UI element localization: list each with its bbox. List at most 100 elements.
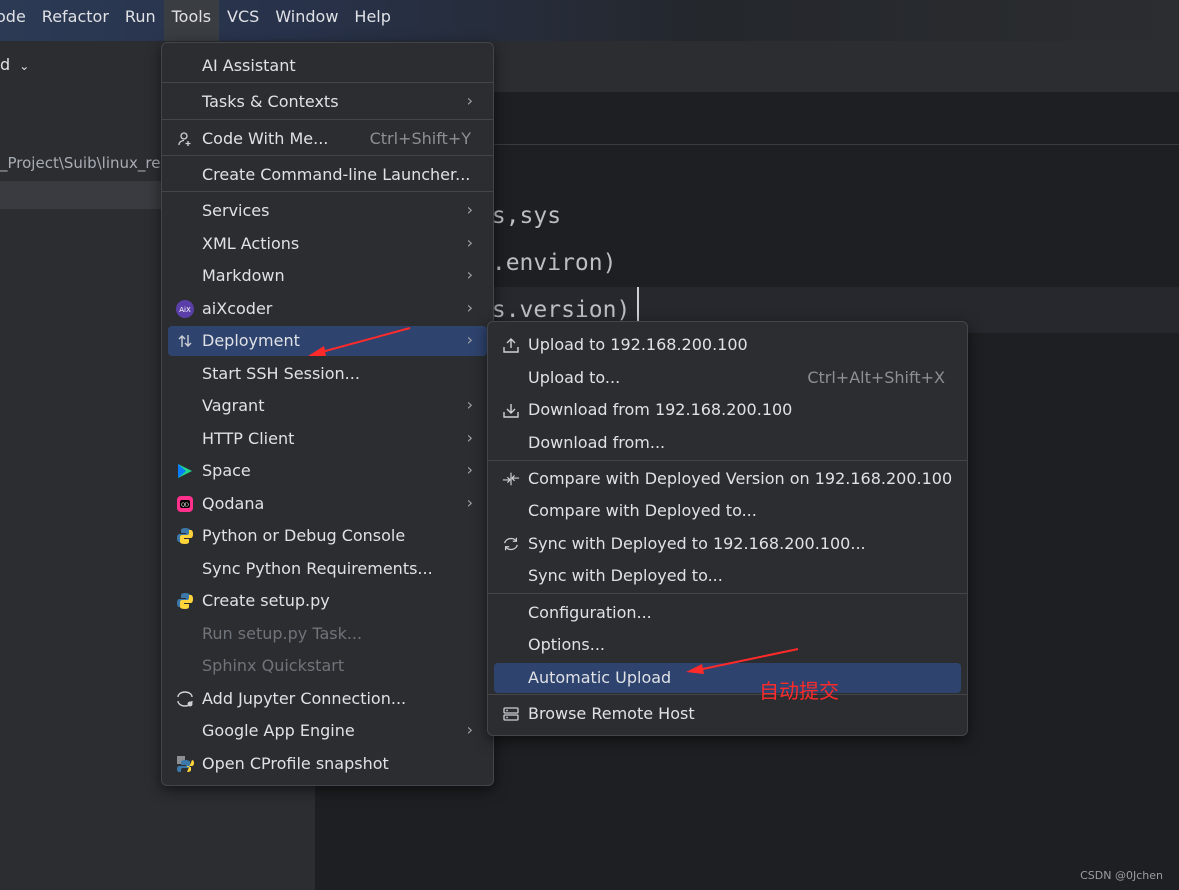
menu-item-label: Vagrant [202,396,265,415]
watermark: CSDN @0Jchen [1080,869,1163,882]
menu-item-google-app-engine[interactable]: Google App Engine › [168,716,487,746]
annotation-text: 自动提交 [759,679,839,703]
menu-item-xml-actions[interactable]: XML Actions › [168,229,487,259]
space-icon [176,462,194,480]
menu-run[interactable]: Run [117,0,164,41]
chevron-right-icon: › [466,395,473,414]
menu-vcs[interactable]: VCS [219,0,267,41]
menu-item-label: Open CProfile snapshot [202,754,389,773]
menu-item-sync-python-requirements[interactable]: Sync Python Requirements... [168,554,487,584]
menu-bar: ode Refactor Run Tools VCS Window Help [0,0,1179,41]
menu-tools[interactable]: Tools [163,0,220,41]
chevron-right-icon: › [466,460,473,479]
server-icon [502,705,520,723]
menu-item-qodana[interactable]: QD Qodana › [168,489,487,519]
menu-item-label: Add Jupyter Connection... [202,689,407,708]
menu-item-automatic-upload[interactable]: Automatic Upload [494,663,961,693]
menu-item-compare-with-deployed-version-on-192-168-200-100[interactable]: Compare with Deployed Version on 192.168… [494,464,961,494]
sync-icon [502,535,520,553]
menu-item-label: Automatic Upload [528,668,672,687]
menu-item-upload-to[interactable]: Upload to... Ctrl+Alt+Shift+X [494,363,961,393]
menu-item-space[interactable]: Space › [168,456,487,486]
code-line[interactable]: ys.version) [478,297,630,323]
menu-item-label: Code With Me... [202,129,329,148]
menu-item-label: Google App Engine [202,721,355,740]
menu-item-aixcoder[interactable]: AiX aiXcoder › [168,294,487,324]
person-icon [176,130,194,148]
menu-separator [162,155,493,156]
menu-help[interactable]: Help [346,0,398,41]
menu-item-label: Download from... [528,433,666,452]
menu-item-tasks-contexts[interactable]: Tasks & Contexts › [168,87,487,117]
chevron-down-icon: ⌄ [19,59,30,73]
menu-item-configuration[interactable]: Configuration... [494,598,961,628]
menu-item-label: Sphinx Quickstart [202,656,345,675]
menu-item-deployment[interactable]: Deployment › [168,326,487,356]
menu-item-browse-remote-host[interactable]: Browse Remote Host [494,699,961,729]
menu-item-http-client[interactable]: HTTP Client › [168,424,487,454]
menu-item-upload-to-192-168-200-100[interactable]: Upload to 192.168.200.100 [494,330,961,360]
menu-item-label: Create Command-line Launcher... [202,165,471,184]
menu-item-label: Compare with Deployed Version on 192.168… [528,469,953,488]
menu-item-label: Qodana [202,494,265,513]
chevron-right-icon: › [466,91,473,110]
svg-text:QD: QD [181,503,189,509]
menu-item-label: Sync Python Requirements... [202,559,433,578]
deployment-submenu: Upload to 192.168.200.100 Upload to... Ctr… [487,321,968,736]
menu-item-run-setup-py-task: Run setup.py Task... [168,619,487,649]
upload-icon [502,336,520,354]
menu-item-start-ssh-session[interactable]: Start SSH Session... [168,359,487,389]
editor-tabs [385,92,1179,145]
menu-code[interactable]: ode [0,0,34,41]
qodana-icon: QD [176,495,194,513]
menu-refactor[interactable]: Refactor [34,0,117,41]
deployment-icon [176,332,194,350]
menu-item-compare-with-deployed-to[interactable]: Compare with Deployed to... [494,496,961,526]
text-caret [637,287,639,323]
menu-separator [488,593,967,594]
menu-item-services[interactable]: Services › [168,196,487,226]
menu-separator [162,119,493,120]
chevron-right-icon: › [466,493,473,512]
menu-item-code-with-me[interactable]: Code With Me... Ctrl+Shift+Y [168,124,487,154]
download-icon [502,401,520,419]
chevron-right-icon: › [466,265,473,284]
chevron-right-icon: › [466,720,473,739]
menu-item-options[interactable]: Options... [494,630,961,660]
menu-item-create-command-line-launcher[interactable]: Create Command-line Launcher... [168,160,487,190]
toolbar-dropdown[interactable]: d ⌄ [0,55,29,74]
chevron-right-icon: › [466,200,473,219]
menu-item-label: Download from 192.168.200.100 [528,400,793,419]
menu-item-download-from-192-168-200-100[interactable]: Download from 192.168.200.100 [494,395,961,425]
menu-item-label: Services [202,201,270,220]
menu-item-sync-with-deployed-to-192-168-200-100[interactable]: Sync with Deployed to 192.168.200.100... [494,529,961,559]
menu-item-sync-with-deployed-to[interactable]: Sync with Deployed to... [494,561,961,591]
menu-item-label: Options... [528,635,605,654]
project-path[interactable]: _Project\Suib\linux_re [0,154,160,172]
menu-item-label: Space [202,461,251,480]
menu-item-python-or-debug-console[interactable]: Python or Debug Console [168,521,487,551]
jupyter-icon [176,690,194,708]
menu-item-label: Upload to 192.168.200.100 [528,335,748,354]
menu-item-label: Deployment [202,331,300,350]
menu-item-open-cprofile-snapshot[interactable]: Open CProfile snapshot [168,749,487,779]
code-line[interactable]: s.environ) [478,250,616,276]
menu-item-label: Tasks & Contexts [202,92,339,111]
menu-item-ai-assistant[interactable]: AI Assistant [168,51,487,81]
menu-separator [162,82,493,83]
menu-item-download-from[interactable]: Download from... [494,428,961,458]
menu-item-label: aiXcoder [202,299,273,318]
menu-item-markdown[interactable]: Markdown › [168,261,487,291]
menu-window[interactable]: Window [267,0,346,41]
menu-item-label: Compare with Deployed to... [528,501,757,520]
menu-item-label: Configuration... [528,603,652,622]
tools-menu: AI Assistant Tasks & Contexts › Code With M… [161,42,494,786]
menu-item-create-setup-py[interactable]: Create setup.py [168,586,487,616]
menu-item-add-jupyter-connection[interactable]: Add Jupyter Connection... [168,684,487,714]
menu-item-shortcut: Ctrl+Alt+Shift+X [807,368,945,387]
project-selected-row[interactable] [0,181,180,209]
menu-separator [488,460,967,461]
menu-item-vagrant[interactable]: Vagrant › [168,391,487,421]
menu-item-label: Start SSH Session... [202,364,360,383]
menu-separator [162,191,493,192]
